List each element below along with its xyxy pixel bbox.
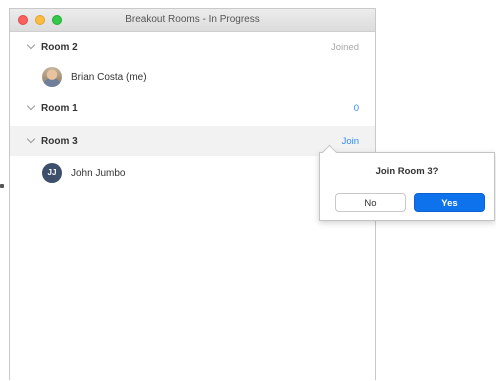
member-name: John Jumbo [71, 167, 126, 179]
stage: Breakout Rooms - In Progress Room 2 Join… [0, 0, 496, 381]
yes-button[interactable]: Yes [414, 193, 485, 212]
chevron-down-icon[interactable] [26, 40, 36, 50]
room-name: Room 2 [41, 41, 78, 53]
room-name: Room 3 [41, 135, 78, 147]
window-edge-marker [0, 184, 4, 188]
popover-title: Join Room 3? [375, 166, 439, 177]
join-room-popover: Join Room 3? No Yes [319, 144, 495, 221]
no-button[interactable]: No [335, 193, 406, 212]
room-status-joined: Joined [331, 41, 359, 53]
room-row-room-1[interactable]: Room 1 0 [10, 93, 375, 123]
avatar: JJ [42, 163, 62, 183]
avatar [42, 67, 62, 87]
member-name: Brian Costa (me) [71, 71, 147, 83]
room-participant-count: 0 [353, 102, 359, 114]
room-name: Room 1 [41, 102, 78, 114]
room-row-room-2[interactable]: Room 2 Joined [10, 32, 375, 62]
join-room-link[interactable]: Join [342, 136, 359, 147]
window-title: Breakout Rooms - In Progress [125, 14, 260, 25]
chevron-down-icon[interactable] [26, 101, 36, 111]
title-bar[interactable]: Breakout Rooms - In Progress [10, 9, 375, 32]
member-row: Brian Costa (me) [10, 62, 375, 92]
chevron-down-icon[interactable] [26, 134, 36, 144]
